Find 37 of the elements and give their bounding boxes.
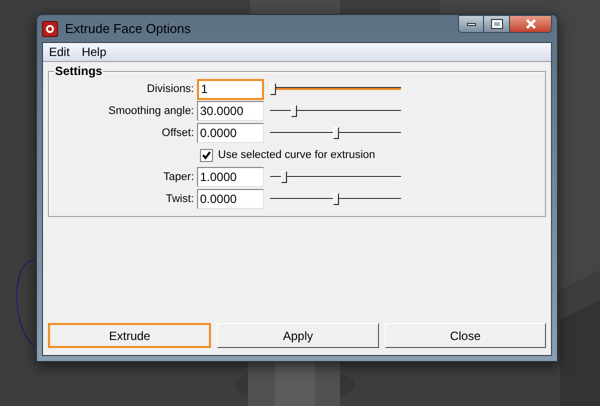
field-label: Offset: xyxy=(160,126,195,141)
minimize-button[interactable] xyxy=(458,15,484,33)
input-field[interactable]: 30.0000 xyxy=(197,101,264,121)
menu-item[interactable]: Help xyxy=(76,43,112,61)
checkbox-label: Use selected curve for extrusion xyxy=(218,148,376,163)
slider-track[interactable] xyxy=(270,171,401,183)
slider-thumb[interactable] xyxy=(281,171,288,183)
slider-thumb[interactable] xyxy=(270,83,276,95)
slider-thumb[interactable] xyxy=(332,127,338,139)
checkbox[interactable] xyxy=(200,148,213,162)
slider-track[interactable] xyxy=(270,193,401,205)
close-button[interactable] xyxy=(509,15,552,33)
menu-item[interactable]: Edit xyxy=(43,43,76,61)
slider-thumb[interactable] xyxy=(332,193,338,205)
maximize-icon xyxy=(492,20,502,28)
input-field[interactable]: 0.0000 xyxy=(197,123,264,143)
dialog-button[interactable]: Apply xyxy=(217,323,379,348)
maximize-button[interactable] xyxy=(484,15,509,33)
field-label: Twist: xyxy=(164,192,195,207)
check-icon xyxy=(202,150,211,160)
slider-track[interactable] xyxy=(270,105,401,117)
input-field[interactable]: 1.0000 xyxy=(197,167,264,187)
slider-track[interactable] xyxy=(270,127,401,139)
field-label: Smoothing angle: xyxy=(107,104,195,119)
slider-track[interactable] xyxy=(270,83,401,95)
input-field[interactable]: 1 xyxy=(197,78,264,100)
app-icon xyxy=(42,20,58,36)
close-icon xyxy=(524,19,536,29)
slider-thumb[interactable] xyxy=(291,105,298,117)
dialog-button[interactable]: Close xyxy=(384,323,546,348)
window-title: Extrude Face Options xyxy=(65,20,191,38)
dialog-button[interactable]: Extrude xyxy=(48,323,212,348)
input-field[interactable]: 0.0000 xyxy=(197,189,264,209)
field-label: Taper: xyxy=(162,170,195,185)
minimize-icon xyxy=(466,22,476,26)
field-label: Divisions: xyxy=(146,82,195,97)
group-title: Settings xyxy=(54,64,104,78)
